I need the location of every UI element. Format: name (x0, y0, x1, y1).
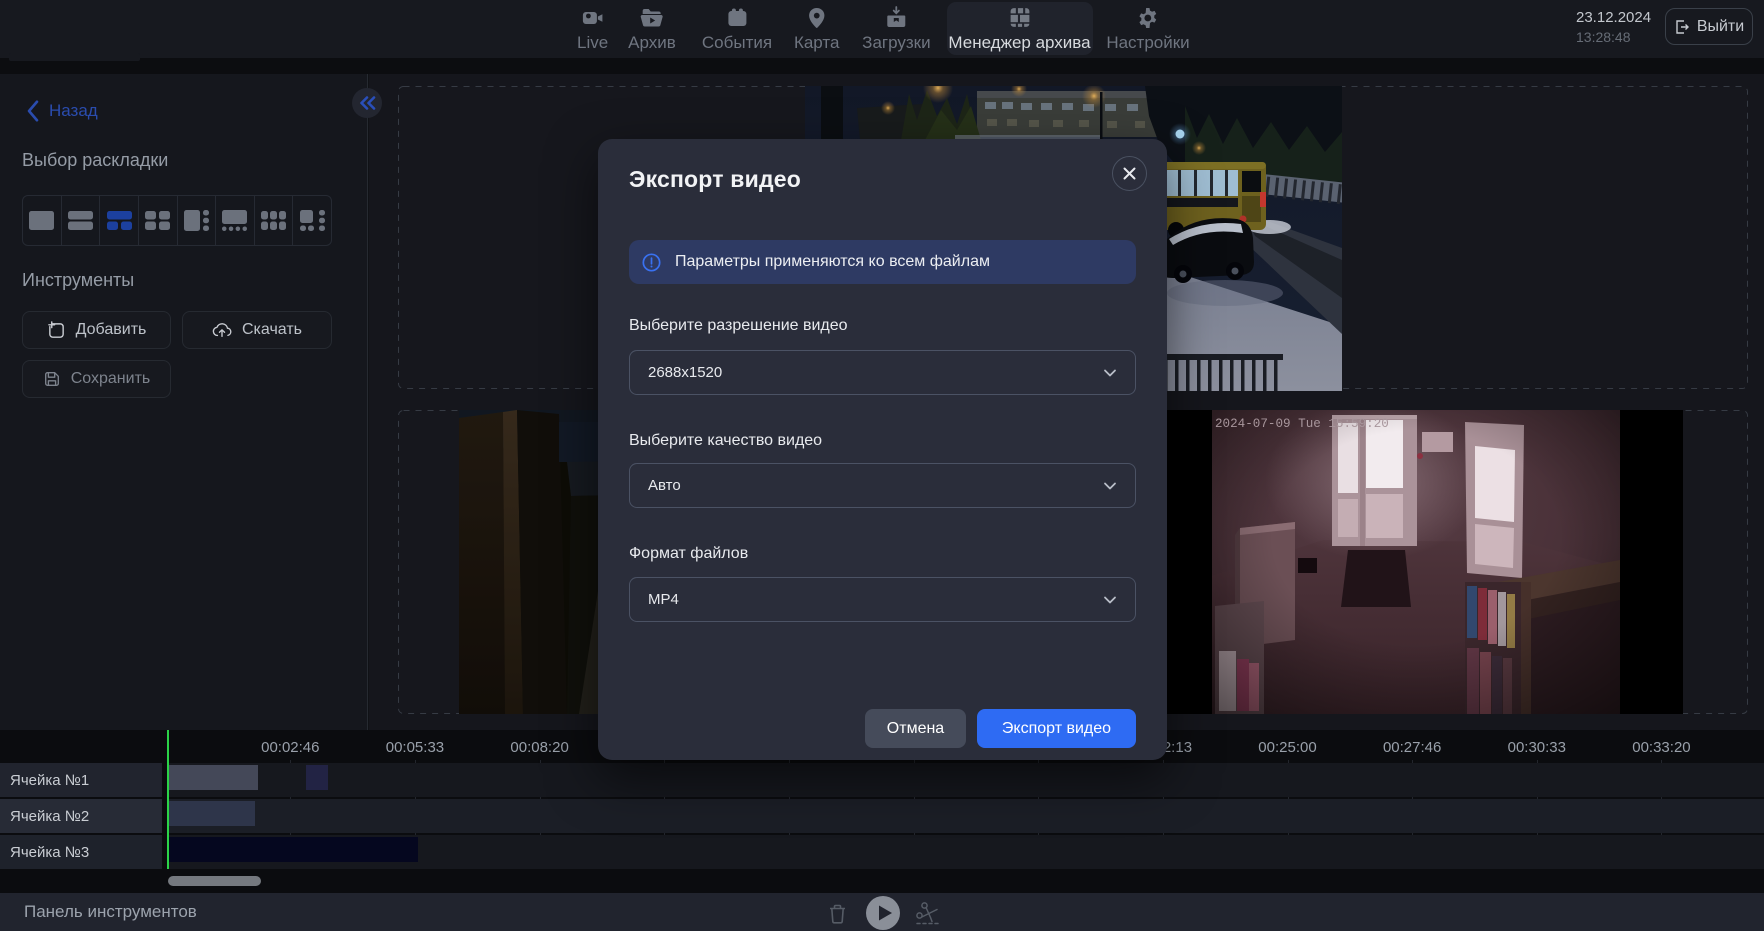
svg-text:2024-07-09 Tue 15:59:20: 2024-07-09 Tue 15:59:20 (1215, 417, 1389, 431)
